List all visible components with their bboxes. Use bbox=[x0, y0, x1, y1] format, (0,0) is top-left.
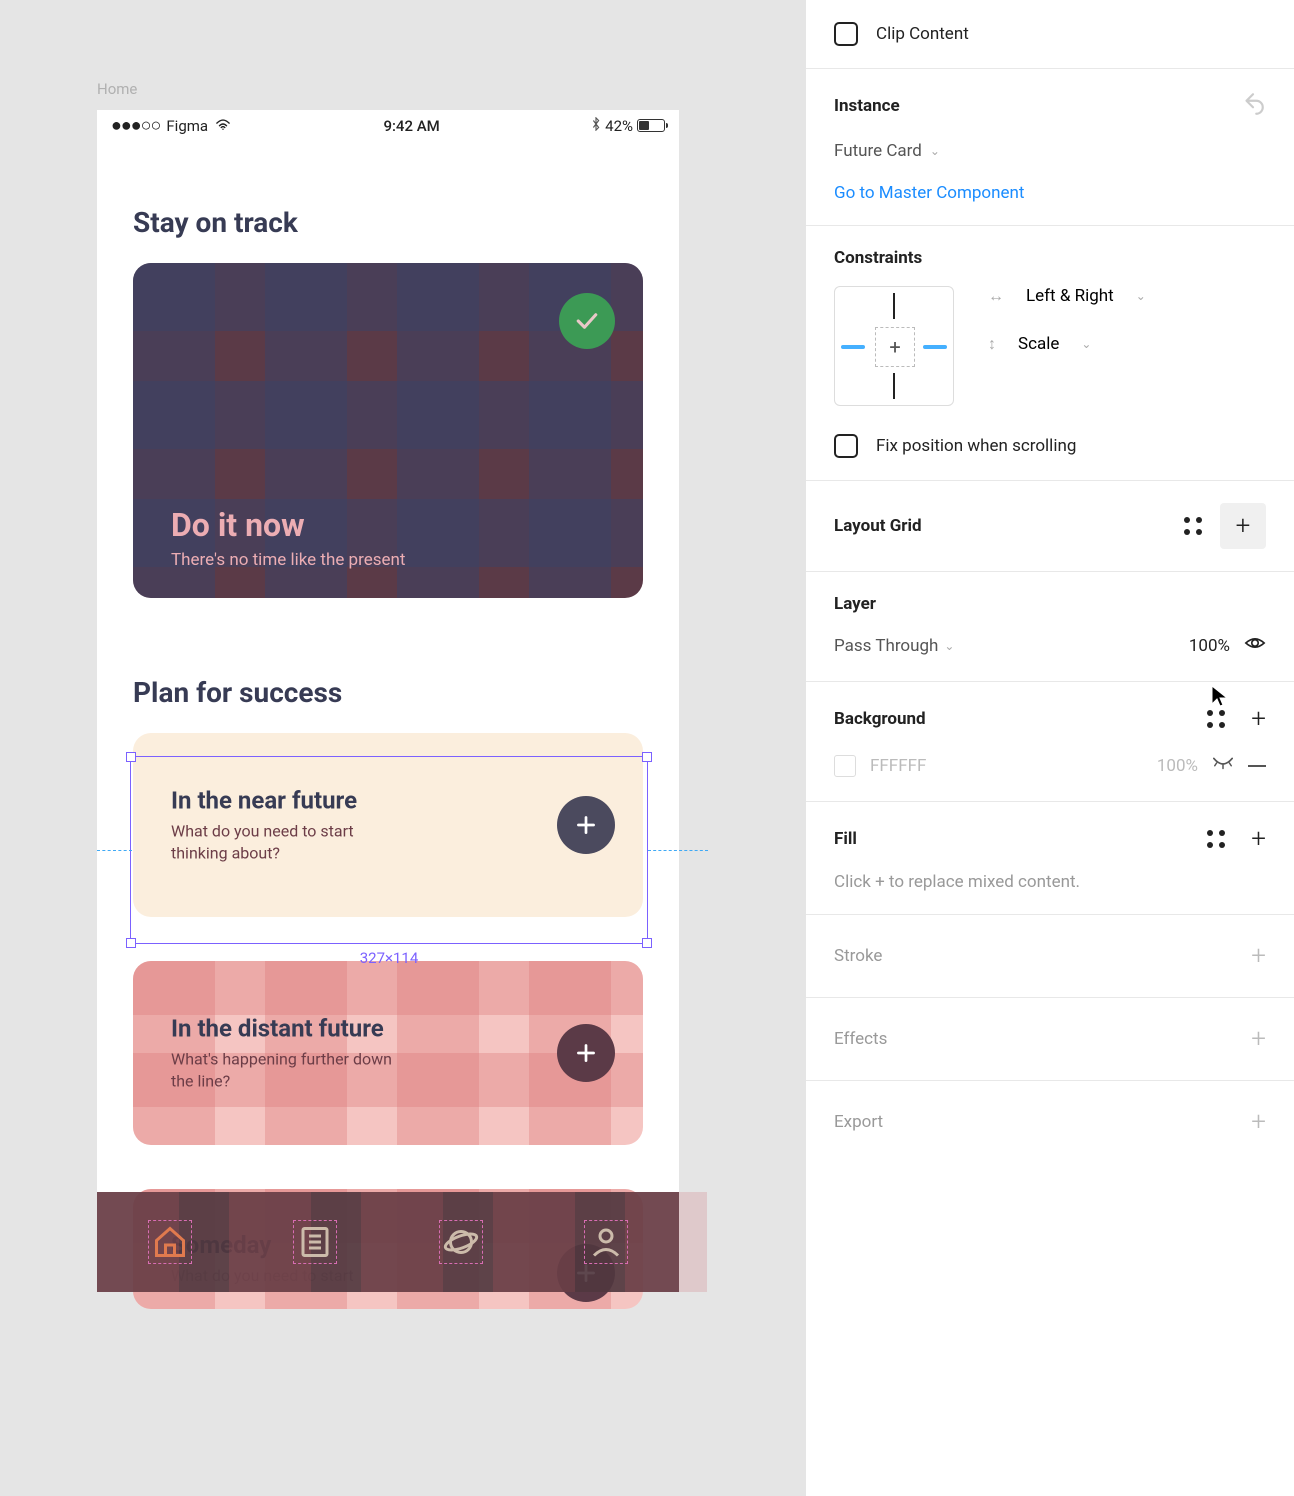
remove-background-button[interactable] bbox=[1248, 765, 1266, 767]
clip-content-checkbox[interactable] bbox=[834, 22, 858, 46]
list-icon[interactable] bbox=[297, 1224, 333, 1260]
wifi-icon bbox=[214, 116, 232, 135]
styles-icon[interactable] bbox=[1207, 830, 1225, 848]
styles-icon[interactable] bbox=[1207, 710, 1225, 728]
export-section: Export + bbox=[806, 1081, 1294, 1163]
vertical-arrow-icon: ↕ bbox=[988, 334, 996, 354]
home-icon[interactable] bbox=[152, 1224, 188, 1260]
effects-heading: Effects bbox=[834, 1029, 887, 1049]
plus-icon[interactable] bbox=[557, 796, 615, 854]
instance-heading: Instance bbox=[834, 96, 900, 116]
fix-position-label: Fix position when scrolling bbox=[876, 436, 1076, 456]
layout-grid-section: Layout Grid + bbox=[806, 481, 1294, 572]
export-heading: Export bbox=[834, 1112, 883, 1132]
add-fill-button[interactable]: + bbox=[1251, 824, 1266, 854]
clip-content-label: Clip Content bbox=[876, 24, 969, 44]
instance-name: Future Card bbox=[834, 141, 922, 161]
background-heading: Background bbox=[834, 709, 926, 729]
battery-icon bbox=[637, 119, 665, 132]
fill-heading: Fill bbox=[834, 829, 857, 849]
chevron-down-icon: ⌄ bbox=[930, 144, 940, 158]
section-title-plan-for-success: Plan for success bbox=[97, 676, 679, 709]
add-background-button[interactable]: + bbox=[1251, 704, 1266, 734]
alignment-guide bbox=[97, 850, 132, 851]
canvas[interactable]: Home ●●●○○ Figma 9:42 AM 42% Stay on tra… bbox=[0, 0, 805, 1496]
tab-bar bbox=[97, 1192, 679, 1292]
fix-position-checkbox[interactable] bbox=[834, 434, 858, 458]
layer-opacity-input[interactable]: 100% bbox=[1189, 636, 1230, 656]
layout-grid-heading: Layout Grid bbox=[834, 516, 922, 536]
clip-content-section: Clip Content bbox=[806, 0, 1294, 69]
frame-label[interactable]: Home bbox=[97, 80, 137, 98]
alignment-guide bbox=[648, 850, 708, 851]
stroke-section: Stroke + bbox=[806, 915, 1294, 998]
status-bar: ●●●○○ Figma 9:42 AM 42% bbox=[97, 110, 679, 136]
background-hex-input[interactable]: FFFFFF bbox=[870, 756, 926, 776]
chevron-down-icon: ⌄ bbox=[1136, 289, 1146, 303]
card-do-it-now[interactable]: Do it now There's no time like the prese… bbox=[133, 263, 643, 598]
battery-percent: 42% bbox=[605, 117, 633, 135]
card-subtitle: There's no time like the present bbox=[171, 550, 405, 570]
vertical-constraint-value: Scale bbox=[1018, 334, 1059, 354]
stroke-heading: Stroke bbox=[834, 946, 882, 966]
check-icon[interactable] bbox=[559, 293, 615, 349]
artboard-home[interactable]: ●●●○○ Figma 9:42 AM 42% Stay on track bbox=[97, 110, 679, 1292]
card-near-future[interactable]: In the near future What do you need to s… bbox=[133, 733, 643, 917]
card-subtitle: What do you need to start thinking about… bbox=[171, 820, 401, 863]
constraints-widget[interactable]: + bbox=[834, 286, 954, 406]
horizontal-constraint-select[interactable]: ↔ Left & Right ⌄ bbox=[988, 286, 1146, 306]
effects-section: Effects + bbox=[806, 998, 1294, 1081]
chevron-down-icon: ⌄ bbox=[1081, 337, 1091, 351]
blend-mode-select[interactable]: Pass Through ⌄ bbox=[834, 636, 954, 656]
reset-instance-icon[interactable] bbox=[1240, 91, 1266, 121]
card-title: In the distant future bbox=[171, 1014, 401, 1042]
blend-mode-value: Pass Through bbox=[834, 636, 938, 656]
properties-panel: Clip Content Instance Future Card ⌄ Go t… bbox=[805, 0, 1294, 1496]
background-swatch[interactable] bbox=[834, 755, 856, 777]
horizontal-arrow-icon: ↔ bbox=[988, 286, 1004, 306]
add-export-button[interactable]: + bbox=[1251, 1107, 1266, 1137]
planet-icon[interactable] bbox=[443, 1224, 479, 1260]
add-layout-grid-button[interactable]: + bbox=[1220, 503, 1266, 549]
layer-heading: Layer bbox=[834, 594, 1266, 614]
layer-section: Layer Pass Through ⌄ 100% bbox=[806, 572, 1294, 682]
go-to-master-link[interactable]: Go to Master Component bbox=[834, 183, 1024, 203]
fill-hint-text: Click + to replace mixed content. bbox=[834, 872, 1266, 892]
section-title-stay-on-track: Stay on track bbox=[97, 206, 679, 239]
status-time: 9:42 AM bbox=[383, 117, 439, 135]
eye-icon[interactable] bbox=[1244, 632, 1266, 659]
background-opacity-input[interactable]: 100% bbox=[1157, 756, 1198, 776]
chevron-down-icon: ⌄ bbox=[944, 639, 954, 653]
add-effect-button[interactable]: + bbox=[1251, 1024, 1266, 1054]
signal-dots-icon: ●●●○○ bbox=[111, 115, 160, 136]
horizontal-constraint-value: Left & Right bbox=[1026, 286, 1114, 306]
instance-swap-dropdown[interactable]: Future Card ⌄ bbox=[834, 141, 1266, 161]
profile-icon[interactable] bbox=[588, 1224, 624, 1260]
plus-icon[interactable] bbox=[557, 1024, 615, 1082]
fill-section: Fill + Click + to replace mixed content. bbox=[806, 802, 1294, 915]
bluetooth-icon bbox=[591, 117, 601, 135]
add-stroke-button[interactable]: + bbox=[1251, 941, 1266, 971]
card-subtitle: What's happening further down the line? bbox=[171, 1048, 401, 1091]
constraints-section: Constraints + ↔ Left & Right ⌄ ↕ Scale ⌄ bbox=[806, 226, 1294, 481]
carrier-label: Figma bbox=[166, 117, 208, 135]
card-distant-future[interactable]: In the distant future What's happening f… bbox=[133, 961, 643, 1145]
constraints-heading: Constraints bbox=[834, 248, 1266, 268]
vertical-constraint-select[interactable]: ↕ Scale ⌄ bbox=[988, 334, 1146, 354]
card-title: In the near future bbox=[171, 786, 401, 814]
styles-icon[interactable] bbox=[1184, 517, 1202, 535]
card-title: Do it now bbox=[171, 506, 405, 544]
cursor-icon bbox=[1210, 684, 1230, 708]
hidden-eye-icon[interactable] bbox=[1212, 752, 1234, 779]
instance-section: Instance Future Card ⌄ Go to Master Comp… bbox=[806, 69, 1294, 226]
